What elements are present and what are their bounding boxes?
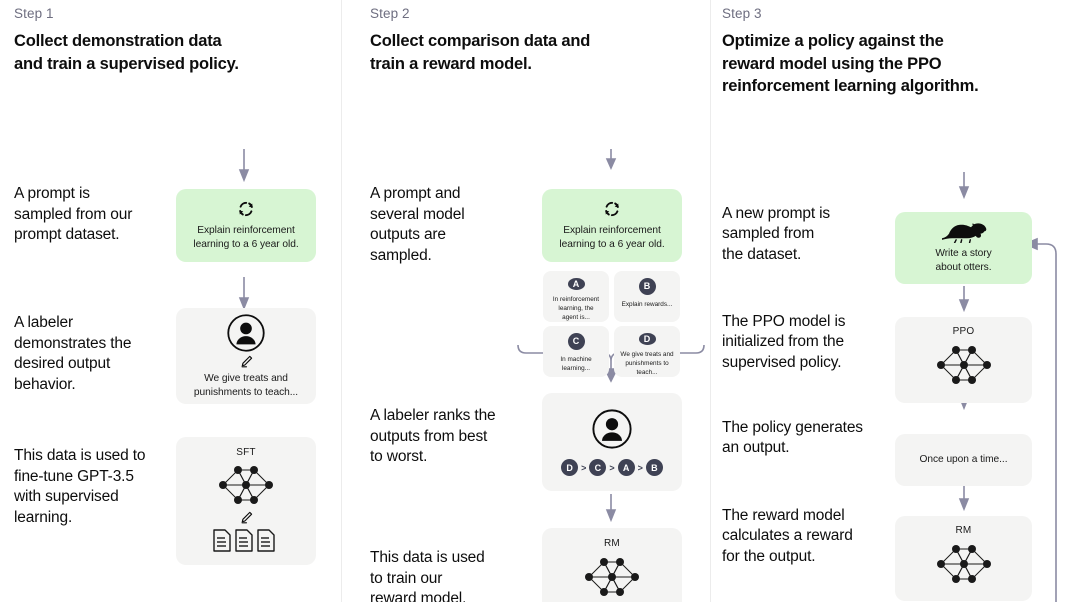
rlhf-diagram: Step 1 Collect demonstration data and tr… xyxy=(0,0,1072,602)
step-3-caption-3: The policy generates an output. xyxy=(722,418,863,457)
step-2-output-card-d: D We give treats and punishments to teac… xyxy=(614,326,680,378)
step-3-caption-4: The reward model calculates a reward for… xyxy=(722,506,853,565)
step-2-output-card-c: C In machine learning... xyxy=(543,326,609,378)
step-3-column: Step 3 Optimize a policy against the rew… xyxy=(710,0,1072,602)
step-2-output-card-b: B Explain rewards... xyxy=(614,271,680,323)
step-2-rm-title: RM xyxy=(604,538,620,550)
rank-separator-2: > xyxy=(609,462,615,473)
person-circle-icon xyxy=(226,313,266,353)
rank-badge-2: C xyxy=(589,459,607,477)
step-1-prompt-text: Explain reinforcement learning to a 6 ye… xyxy=(193,225,299,251)
rank-separator-1: > xyxy=(581,462,587,473)
step-2-title: Collect comparison data and train a rewa… xyxy=(370,32,591,73)
step-3-ppo-card: PPO xyxy=(895,316,1032,403)
neural-network-icon xyxy=(932,341,996,389)
output-badge-d: D xyxy=(638,333,656,345)
step-1-caption-3: This data is used to fine-tune GPT-3.5 w… xyxy=(14,447,146,527)
rank-badge-3: A xyxy=(617,459,635,477)
otter-icon xyxy=(940,221,988,244)
step-2-rm-card: RM xyxy=(542,528,682,602)
step-3-rm-title: RM xyxy=(955,524,972,536)
neural-network-icon xyxy=(932,540,996,588)
cycle-icon xyxy=(602,199,622,219)
step-1-labeler-card: We give treats and punishments to teach.… xyxy=(176,308,316,405)
rank-badge-4: B xyxy=(645,459,663,477)
step-3-ppo-title: PPO xyxy=(952,325,975,337)
step-2-prompt-text: Explain reinforcement learning to a 6 ye… xyxy=(559,225,665,251)
step-2-caption-2: A labeler ranks the outputs from best to… xyxy=(370,407,496,466)
step-3-title: Optimize a policy against the reward mod… xyxy=(722,32,979,96)
step-1-caption-2: A labeler demonstrates the desired outpu… xyxy=(14,314,132,394)
step-3-label: Step 3 xyxy=(722,6,762,21)
output-text-a: In reinforcement learning, the agent is.… xyxy=(552,295,600,322)
step-2-prompt-card: Explain reinforcement learning to a 6 ye… xyxy=(542,189,682,263)
cycle-icon xyxy=(236,199,256,219)
step-3-caption-1: A new prompt is sampled from the dataset… xyxy=(722,204,831,263)
step-3-output-card: Once upon a time... xyxy=(895,433,1032,486)
step-3-prompt-text: Write a story about otters. xyxy=(935,248,992,273)
documents-icon xyxy=(213,529,279,553)
person-circle-icon xyxy=(591,408,633,450)
step-1-labeler-text: We give treats and punishments to teach.… xyxy=(193,372,299,398)
output-badge-a: A xyxy=(567,278,585,290)
neural-network-icon xyxy=(580,553,644,601)
step-1-sft-card: SFT xyxy=(176,437,316,566)
step-1-prompt-card: Explain reinforcement learning to a 6 ye… xyxy=(176,189,316,263)
step-3-rm-card: RM xyxy=(895,515,1032,601)
step-1-label: Step 1 xyxy=(14,6,54,21)
step-1-sft-title: SFT xyxy=(236,447,256,459)
step-2-output-card-a: A In reinforcement learning, the agent i… xyxy=(543,271,609,323)
step-3-output-text: Once upon a time... xyxy=(919,453,1008,465)
rank-separator-3: > xyxy=(637,462,643,473)
output-text-c: In machine learning... xyxy=(560,356,592,373)
step-1-caption-1: A prompt is sampled from our prompt data… xyxy=(14,185,133,244)
pencil-icon xyxy=(239,510,254,525)
step-2-label: Step 2 xyxy=(370,6,410,21)
output-text-d: We give treats and punishments to teach.… xyxy=(620,350,674,377)
output-text-b: Explain rewards... xyxy=(621,301,673,309)
step-2-caption-3: This data is used to train our reward mo… xyxy=(370,549,485,602)
step-3-caption-2: The PPO model is initialized from the su… xyxy=(722,312,846,371)
pencil-icon xyxy=(239,354,254,369)
step-2-ranking-card: D > C > A > B xyxy=(542,393,682,492)
output-badge-c: C xyxy=(567,333,585,351)
step-2-caption-1: A prompt and several model outputs are s… xyxy=(370,185,465,265)
step-1-title: Collect demonstration data and train a s… xyxy=(14,32,239,73)
output-badge-b: B xyxy=(638,278,656,296)
neural-network-icon xyxy=(214,461,278,509)
rank-badge-1: D xyxy=(561,459,579,477)
step-1-column: Step 1 Collect demonstration data and tr… xyxy=(0,0,341,602)
step-3-prompt-card: Write a story about otters. xyxy=(895,211,1032,284)
step-2-ranking-row: D > C > A > B xyxy=(561,459,663,477)
step-2-column: Step 2 Collect comparison data and train… xyxy=(341,0,710,602)
